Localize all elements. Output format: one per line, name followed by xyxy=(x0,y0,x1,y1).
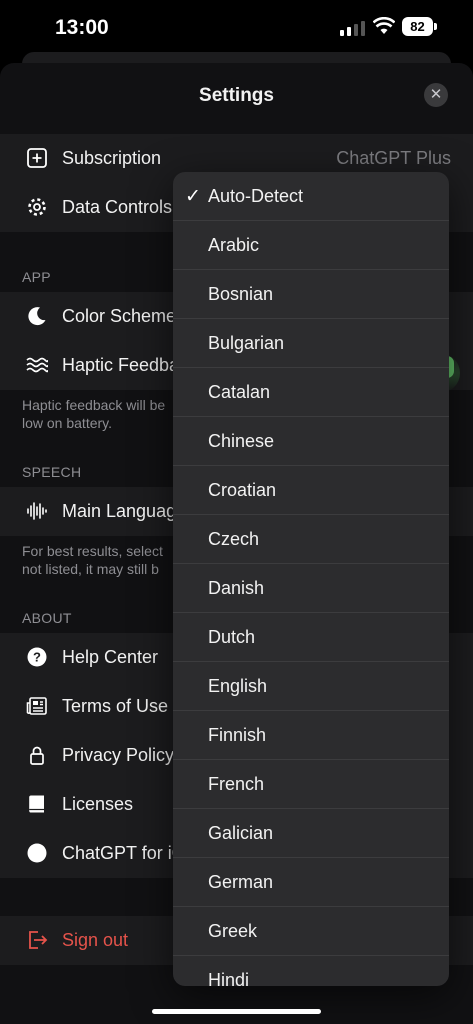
battery-tip xyxy=(434,23,437,30)
battery-icon: 82 xyxy=(402,17,433,36)
language-option[interactable]: ✓ Auto-Detect xyxy=(173,172,449,221)
language-option[interactable]: Chinese xyxy=(173,417,449,466)
language-option-label: French xyxy=(208,774,265,794)
privacy-policy-label: Privacy Policy xyxy=(62,745,175,765)
circle-icon xyxy=(27,843,47,863)
app-section-header: APP xyxy=(22,269,51,285)
language-option[interactable]: Czech xyxy=(173,515,449,564)
language-option[interactable]: Arabic xyxy=(173,221,449,270)
language-option[interactable]: German xyxy=(173,858,449,907)
book-icon xyxy=(29,795,44,813)
language-option-label: English xyxy=(208,676,268,696)
language-option-label: Greek xyxy=(208,921,258,941)
waveform-icon xyxy=(27,502,47,520)
language-option[interactable]: Finnish xyxy=(173,711,449,760)
newspaper-icon xyxy=(26,697,47,715)
language-option-label: Dutch xyxy=(208,627,256,647)
language-option[interactable]: French xyxy=(173,760,449,809)
question-circle-icon: ? xyxy=(27,647,47,667)
language-option[interactable]: Bulgarian xyxy=(173,319,449,368)
language-option[interactable]: Bosnian xyxy=(173,270,449,319)
licenses-label: Licenses xyxy=(62,794,134,814)
about-section-header: ABOUT xyxy=(22,610,72,626)
language-option[interactable]: Galician xyxy=(173,809,449,858)
language-option[interactable]: Greek xyxy=(173,907,449,956)
cellular-signal-icon xyxy=(340,20,366,36)
color-scheme-label: Color Scheme xyxy=(62,306,177,326)
page-title: Settings xyxy=(199,85,274,106)
main-language-label: Main Language xyxy=(62,501,187,521)
language-option[interactable]: Catalan xyxy=(173,368,449,417)
language-option-label: Bulgarian xyxy=(208,333,285,353)
language-option[interactable]: Danish xyxy=(173,564,449,613)
moon-icon xyxy=(28,307,46,326)
home-indicator xyxy=(152,1009,321,1014)
language-option-label: Hindi xyxy=(208,970,250,986)
data-controls-label: Data Controls xyxy=(62,197,173,217)
language-option-label: Finnish xyxy=(208,725,267,745)
status-time: 13:00 xyxy=(55,16,109,39)
language-option[interactable]: Dutch xyxy=(173,613,449,662)
waves-icon xyxy=(26,357,48,373)
sign-out-label: Sign out xyxy=(62,930,129,950)
wifi-icon xyxy=(373,17,395,34)
terms-of-use-label: Terms of Use xyxy=(62,696,169,716)
gear-icon xyxy=(28,198,46,216)
close-button[interactable]: ✕ xyxy=(424,83,448,107)
status-bar: 13:00 82 xyxy=(0,0,473,52)
subscription-label: Subscription xyxy=(62,148,162,168)
language-option-label: Catalan xyxy=(208,382,271,402)
lock-icon xyxy=(30,746,44,765)
help-center-label: Help Center xyxy=(62,647,159,667)
language-option[interactable]: Croatian xyxy=(173,466,449,515)
subscription-value: ChatGPT Plus xyxy=(336,148,451,168)
checkmark-icon: ✓ xyxy=(185,186,201,207)
svg-text:?: ? xyxy=(33,650,41,665)
language-option-label: Bosnian xyxy=(208,284,274,304)
language-option-label: Croatian xyxy=(208,480,277,500)
language-option[interactable]: English xyxy=(173,662,449,711)
sign-out-icon xyxy=(29,931,48,949)
language-option-label: Czech xyxy=(208,529,260,549)
language-option-label: Arabic xyxy=(208,235,260,255)
language-option-label: Danish xyxy=(208,578,265,598)
plus-square-icon xyxy=(27,148,47,168)
language-option-label: Chinese xyxy=(208,431,275,451)
language-option-label: Auto-Detect xyxy=(208,186,304,206)
language-option-label: Galician xyxy=(208,823,274,843)
language-option-label: German xyxy=(208,872,274,892)
language-option[interactable]: Hindi xyxy=(173,956,449,986)
speech-section-header: SPEECH xyxy=(22,464,82,480)
language-dropdown-menu: ✓ Auto-Detect Arabic Bosnian Bulgarian Catala… xyxy=(173,172,449,986)
